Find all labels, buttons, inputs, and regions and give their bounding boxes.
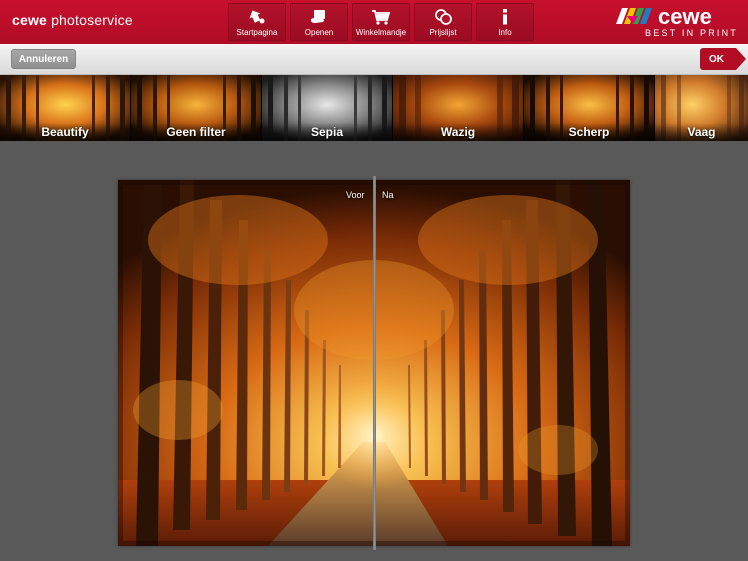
info-icon xyxy=(503,9,507,25)
cart-icon xyxy=(372,10,391,25)
nav-label: Winkelmandje xyxy=(355,28,407,37)
filter-wazig[interactable]: Wazig xyxy=(393,75,524,141)
filter-label: Sepia xyxy=(310,125,343,139)
nav-startpagina-button[interactable]: Startpagina xyxy=(228,3,286,41)
cancel-button[interactable]: Annuleren xyxy=(11,49,76,69)
brand-wordmark: cewe photoservice xyxy=(12,12,133,28)
nav-info-button[interactable]: Info xyxy=(476,3,534,41)
filter-geen-filter[interactable]: Geen filter xyxy=(131,75,262,141)
filter-scherp[interactable]: Scherp xyxy=(524,75,655,141)
nav-openen-button[interactable]: Openen xyxy=(290,3,348,41)
open-hand-icon xyxy=(311,10,325,23)
filter-label: Scherp xyxy=(568,125,610,139)
filter-sepia[interactable]: Sepia xyxy=(262,75,393,141)
brand-light: photoservice xyxy=(51,12,133,28)
filter-label: Wazig xyxy=(440,125,476,139)
after-label: Na xyxy=(382,190,394,200)
filter-label: Beautify xyxy=(41,125,89,139)
coins-icon xyxy=(435,9,452,25)
brand-bold: cewe xyxy=(12,12,48,28)
before-after-slider-handle[interactable] xyxy=(373,176,376,550)
action-bar: Annuleren OK xyxy=(0,44,748,75)
main-nav: Startpagina Openen Winkelmandje Prijslij… xyxy=(228,3,534,41)
ok-button[interactable]: OK xyxy=(700,48,746,70)
filter-label: Vaag xyxy=(687,125,716,139)
filter-vaag[interactable]: Vaag xyxy=(655,75,748,141)
nav-label: Startpagina xyxy=(236,28,278,37)
home-arrow-icon xyxy=(249,10,265,24)
nav-label: Info xyxy=(498,28,512,37)
nav-prijslijst-button[interactable]: Prijslijst xyxy=(414,3,472,41)
filter-beautify[interactable]: Beautify xyxy=(0,75,131,141)
logo-word: cewe xyxy=(658,4,712,29)
logo-tagline: BEST IN PRINT xyxy=(645,28,738,38)
before-label: Voor xyxy=(346,190,365,200)
nav-label: Prijslijst xyxy=(429,28,457,37)
cewe-logo: cewe BEST IN PRINT xyxy=(616,4,738,38)
nav-winkelmandje-button[interactable]: Winkelmandje xyxy=(352,3,410,41)
filter-strip: Beautify Geen filter Sepia Wazig Scherp … xyxy=(0,75,748,141)
cewe-color-mark-icon xyxy=(616,8,652,24)
nav-label: Openen xyxy=(304,28,334,37)
top-header: cewe photoservice Startpagina Openen Win… xyxy=(0,0,748,44)
filter-label: Geen filter xyxy=(166,125,226,139)
